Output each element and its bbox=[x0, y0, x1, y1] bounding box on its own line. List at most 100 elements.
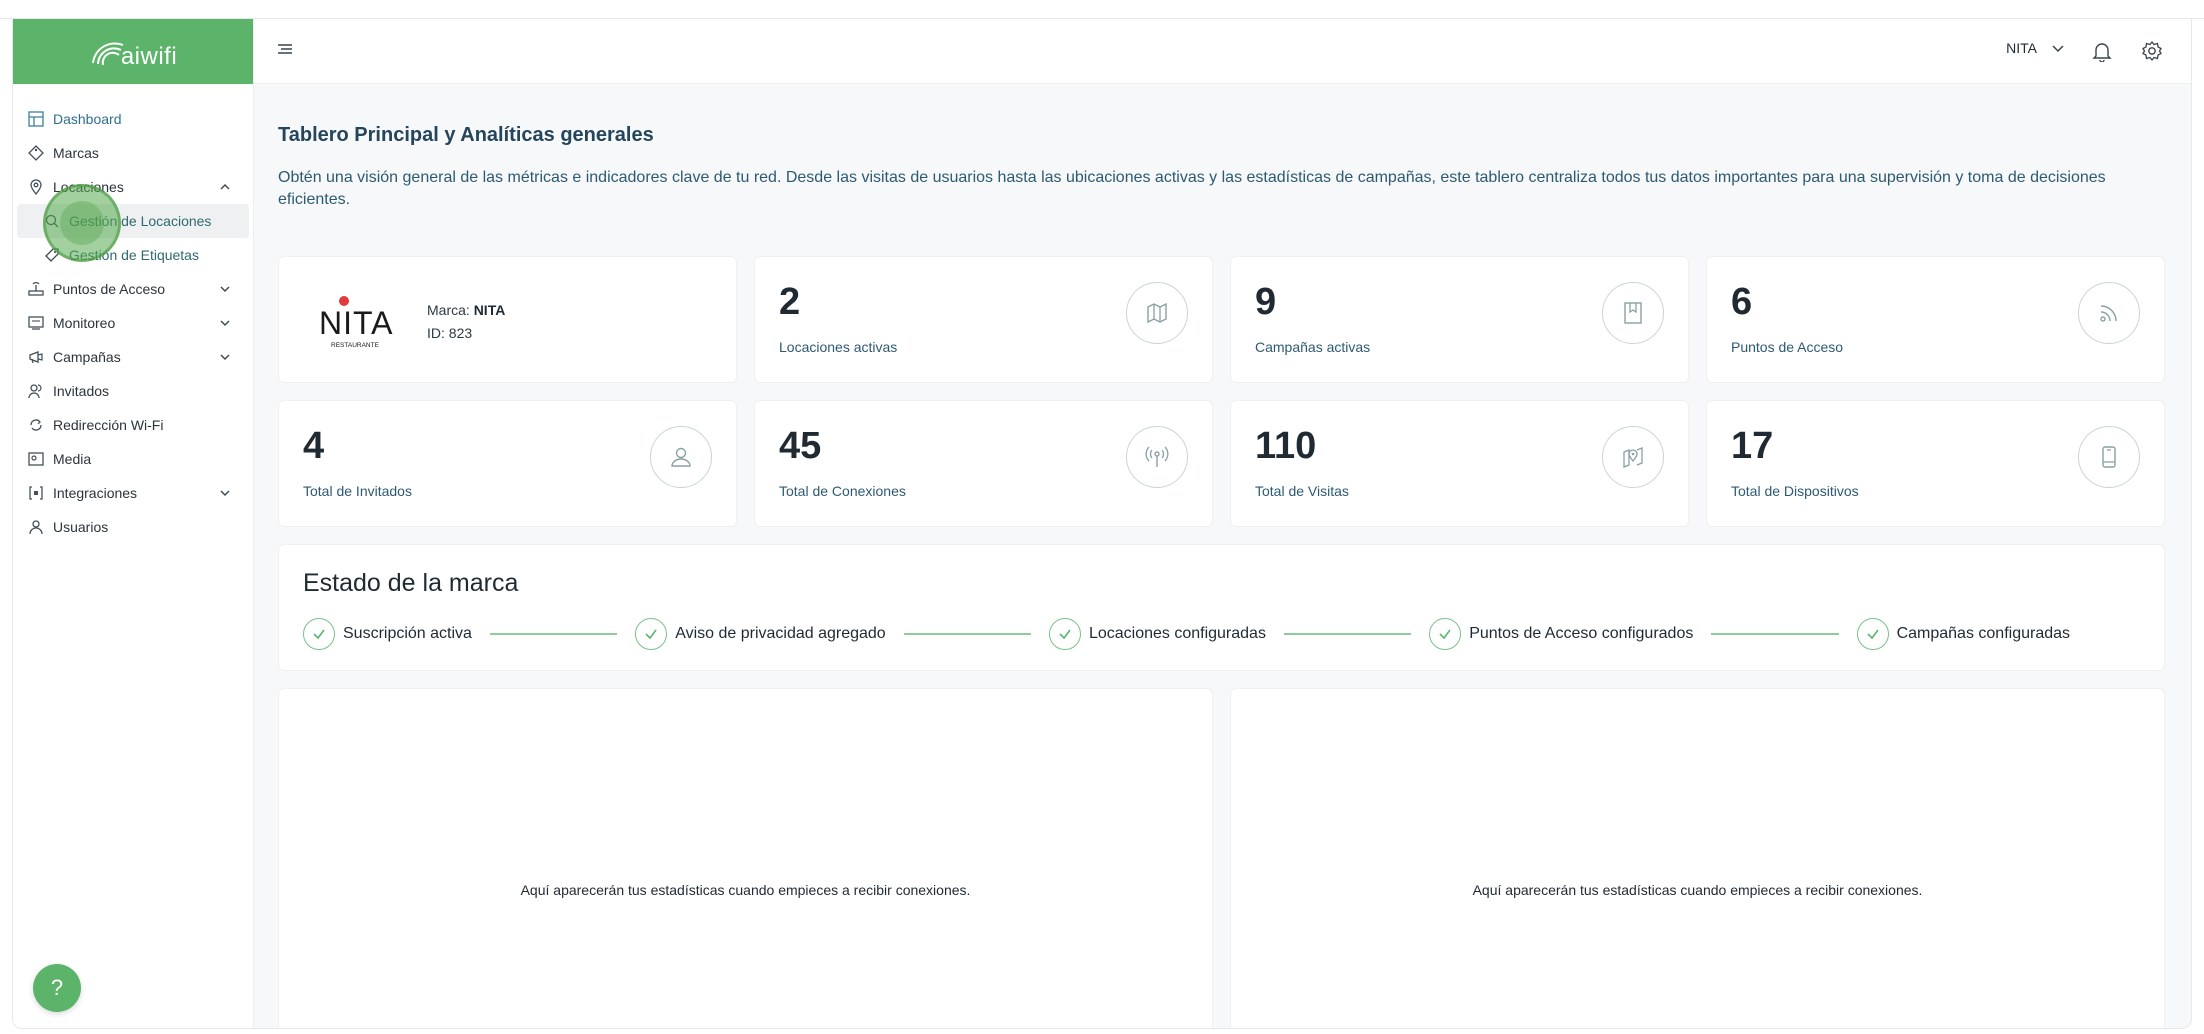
sidebar-subitem-label: Gestión de Locaciones bbox=[69, 213, 212, 229]
stat-label: Total de Conexiones bbox=[779, 483, 906, 499]
sidebar-item-label: Media bbox=[53, 451, 92, 467]
brand-selector-value: NITA bbox=[2006, 40, 2037, 56]
user-icon bbox=[27, 518, 45, 536]
id-label: ID: bbox=[427, 325, 445, 341]
empty-state-message: Aquí aparecerán tus estadísticas cuando … bbox=[1472, 882, 1923, 898]
marca-value: NITA bbox=[473, 302, 506, 318]
logo-text: aiwifi bbox=[120, 42, 178, 70]
integrations-icon bbox=[27, 484, 45, 502]
stat-value: 2 bbox=[779, 281, 801, 323]
stat-label: Locaciones activas bbox=[779, 339, 898, 355]
sidebar-nav: Dashboard Marcas Locaciones Gestión de L… bbox=[13, 84, 253, 544]
status-step: Locaciones configuradas bbox=[1048, 618, 1266, 650]
stats-panel-left: Aquí aparecerán tus estadísticas cuando … bbox=[278, 688, 1213, 1028]
stat-value: 4 bbox=[303, 425, 325, 467]
menu-toggle-icon[interactable] bbox=[277, 43, 295, 59]
sidebar-item-dashboard[interactable]: Dashboard bbox=[13, 102, 253, 136]
users-icon bbox=[27, 382, 45, 400]
main-content: Tablero Principal y Analíticas generales… bbox=[254, 84, 2191, 1028]
media-icon bbox=[27, 450, 45, 468]
page-description: Obtén una visión general de las métricas… bbox=[278, 169, 2106, 208]
monitor-icon bbox=[27, 314, 45, 332]
check-icon bbox=[1048, 618, 1081, 650]
dashboard-icon bbox=[27, 110, 45, 128]
sidebar-item-usuarios[interactable]: Usuarios bbox=[13, 510, 253, 544]
stat-label: Campañas activas bbox=[1255, 339, 1371, 355]
sidebar-subitem-gestion-locaciones[interactable]: Gestión de Locaciones bbox=[17, 204, 249, 238]
stat-value: 110 bbox=[1255, 425, 1317, 467]
stat-card-puntos-acceso: 6 Puntos de Acceso bbox=[1706, 256, 2165, 383]
router-icon bbox=[27, 280, 45, 298]
check-icon bbox=[635, 618, 668, 650]
stat-value: 45 bbox=[779, 425, 822, 467]
bell-icon[interactable] bbox=[2091, 40, 2113, 63]
stat-label: Total de Invitados bbox=[303, 483, 412, 499]
map-pin-icon bbox=[27, 178, 45, 196]
megaphone-icon bbox=[27, 348, 45, 366]
sidebar-item-media[interactable]: Media bbox=[13, 442, 253, 476]
check-icon bbox=[303, 618, 335, 650]
antenna-icon bbox=[1126, 426, 1188, 488]
logo[interactable]: aiwifi bbox=[13, 19, 253, 84]
brand-card: NITA RESTAURANTE Marca: NITA ID: 823 bbox=[278, 256, 737, 383]
sidebar-item-campanas[interactable]: Campañas bbox=[13, 340, 253, 374]
status-step: Aviso de privacidad agregado bbox=[635, 618, 886, 650]
sidebar-item-label: Campañas bbox=[53, 349, 121, 365]
status-step-label: Suscripción activa bbox=[343, 625, 472, 642]
chevron-down-icon bbox=[219, 486, 231, 498]
stat-card-visitas: 110 Total de Visitas bbox=[1230, 400, 1689, 527]
stat-card-campanas: 9 Campañas activas bbox=[1230, 256, 1689, 383]
brand-status-title: Estado de la marca bbox=[303, 569, 519, 597]
chevron-down-icon bbox=[219, 282, 231, 294]
help-button[interactable]: ? bbox=[33, 964, 81, 1012]
sidebar-subitem-gestion-etiquetas[interactable]: Gestión de Etiquetas bbox=[17, 238, 249, 272]
id-value: 823 bbox=[448, 325, 473, 341]
app-window: aiwifi Dashboard Marcas Locaciones Gesti… bbox=[12, 19, 2192, 1029]
location-search-icon bbox=[43, 212, 61, 230]
brand-selector[interactable]: NITA bbox=[2006, 40, 2065, 56]
step-connector bbox=[903, 633, 1031, 635]
redirect-icon bbox=[27, 416, 45, 434]
sidebar-subitem-label: Gestión de Etiquetas bbox=[69, 247, 199, 263]
stat-card-invitados: 4 Total de Invitados bbox=[278, 400, 737, 527]
gear-icon[interactable] bbox=[2141, 40, 2163, 62]
sidebar-item-label: Locaciones bbox=[53, 179, 124, 195]
stat-card-locaciones: 2 Locaciones activas bbox=[754, 256, 1213, 383]
brand-info: Marca: NITA ID: 823 bbox=[427, 299, 505, 345]
sidebar-item-marcas[interactable]: Marcas bbox=[13, 136, 253, 170]
empty-state-message: Aquí aparecerán tus estadísticas cuando … bbox=[520, 882, 971, 898]
sidebar-item-label: Marcas bbox=[53, 145, 99, 161]
sidebar-item-label: Puntos de Acceso bbox=[53, 281, 166, 297]
status-step-label: Locaciones configuradas bbox=[1088, 625, 1266, 642]
help-label: ? bbox=[50, 975, 64, 1000]
sidebar-item-label: Redirección Wi-Fi bbox=[53, 417, 164, 433]
marca-label: Marca: bbox=[427, 302, 470, 318]
stat-label: Puntos de Acceso bbox=[1731, 339, 1844, 355]
stat-card-conexiones: 45 Total de Conexiones bbox=[754, 400, 1213, 527]
sidebar-item-redireccion-wifi[interactable]: Redirección Wi-Fi bbox=[13, 408, 253, 442]
tag-icon bbox=[27, 144, 45, 162]
svg-text:NITA: NITA bbox=[319, 305, 394, 341]
status-step: Suscripción activa bbox=[303, 618, 472, 650]
sidebar-item-invitados[interactable]: Invitados bbox=[13, 374, 253, 408]
sidebar-item-locaciones[interactable]: Locaciones bbox=[13, 170, 253, 204]
page-title: Tablero Principal y Analíticas generales bbox=[278, 124, 654, 146]
sidebar-item-puntos-acceso[interactable]: Puntos de Acceso bbox=[13, 272, 253, 306]
chevron-down-icon bbox=[219, 316, 231, 328]
sidebar-item-integraciones[interactable]: Integraciones bbox=[13, 476, 253, 510]
label-icon bbox=[43, 246, 61, 264]
sidebar-item-monitoreo[interactable]: Monitoreo bbox=[13, 306, 253, 340]
sidebar-item-label: Usuarios bbox=[53, 519, 109, 535]
sidebar-item-label: Invitados bbox=[53, 383, 110, 399]
brand-logo: NITA RESTAURANTE bbox=[317, 292, 397, 352]
stats-panel-right: Aquí aparecerán tus estadísticas cuando … bbox=[1230, 688, 2165, 1028]
stat-label: Total de Dispositivos bbox=[1731, 483, 1859, 499]
svg-text:RESTAURANTE: RESTAURANTE bbox=[331, 342, 380, 349]
signal-icon bbox=[2078, 282, 2140, 344]
status-step-label: Campañas configuradas bbox=[1896, 625, 2071, 642]
chevron-down-icon bbox=[219, 350, 231, 362]
person-icon bbox=[650, 426, 712, 488]
sidebar-item-label: Dashboard bbox=[53, 111, 122, 127]
step-connector bbox=[489, 633, 618, 635]
check-icon bbox=[1856, 618, 1889, 650]
